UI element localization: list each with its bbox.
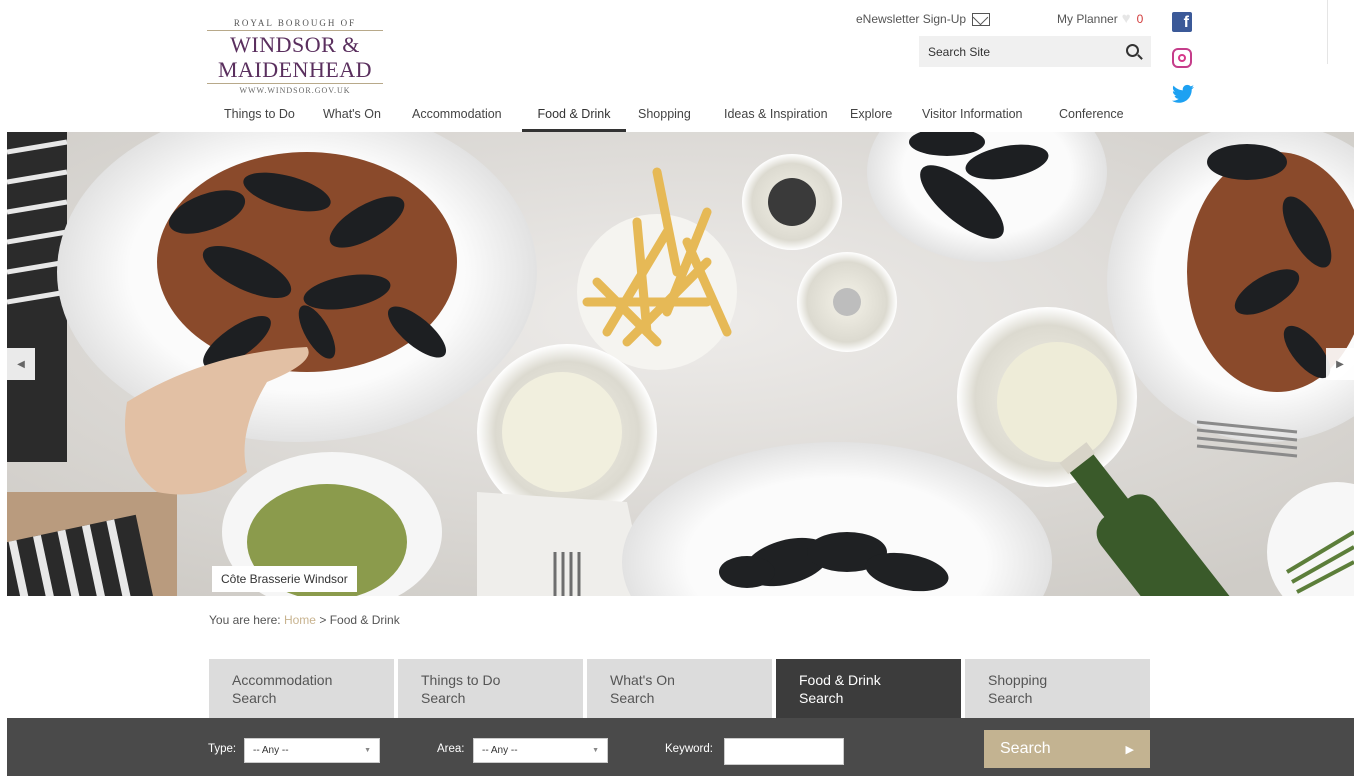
search-button-label: Search	[1000, 740, 1051, 757]
nav-item-things-to-do[interactable]: Things to Do	[210, 100, 322, 132]
nav-item-accommodation[interactable]: Accommodation	[411, 100, 522, 132]
area-label: Area:	[437, 743, 465, 755]
instagram-icon[interactable]	[1172, 48, 1192, 68]
play-arrow-icon: ▶	[1125, 743, 1134, 756]
logo-line-maidenhead: MAIDENHEAD	[217, 57, 373, 82]
nav-item-visitor-information[interactable]: Visitor Information	[921, 100, 1058, 132]
tab-label-line2: Search	[232, 690, 277, 706]
hero-slideshow	[7, 132, 1354, 596]
envelope-icon	[972, 12, 991, 26]
enewsletter-link[interactable]: eNewsletter Sign-Up	[856, 12, 991, 26]
search-icon[interactable]	[1126, 44, 1139, 57]
keyword-input[interactable]	[724, 738, 844, 765]
nav-item-ideas-inspiration[interactable]: Ideas & Inspiration	[712, 100, 849, 132]
facebook-icon[interactable]: f	[1172, 12, 1192, 32]
area-select-value: -- Any --	[482, 745, 518, 756]
breadcrumb-separator: >	[319, 613, 327, 627]
site-search	[919, 36, 1151, 67]
search-button[interactable]: Search ▶	[984, 730, 1150, 768]
tab-label-line1: Accommodation	[232, 672, 333, 688]
tab-label-line2: Search	[799, 690, 844, 706]
my-planner-link[interactable]: My Planner ♥ 0	[1057, 10, 1144, 27]
logo-line-royal-borough: ROYAL BOROUGH OF	[207, 18, 383, 31]
breadcrumb-home-link[interactable]: Home	[284, 613, 316, 627]
tab-label-line1: Shopping	[988, 672, 1048, 688]
breadcrumb-prefix: You are here:	[209, 613, 281, 627]
area-select[interactable]: -- Any -- ▼	[473, 738, 608, 763]
planner-count: 0	[1136, 12, 1144, 26]
twitter-icon[interactable]	[1172, 84, 1194, 104]
type-select[interactable]: -- Any -- ▼	[244, 738, 380, 763]
my-planner-label: My Planner	[1057, 12, 1118, 26]
hero-prev-arrow[interactable]: ◀	[7, 348, 35, 380]
type-select-value: -- Any --	[253, 745, 289, 756]
tab-label-line1: Things to Do	[421, 672, 501, 688]
nav-item-explore[interactable]: Explore	[849, 100, 921, 132]
tab-accommodation-search[interactable]: Accommodation Search	[209, 659, 394, 718]
tab-label-line2: Search	[610, 690, 655, 706]
main-nav: Things to Do What's On Accommodation Foo…	[210, 100, 1138, 132]
nav-item-food-drink[interactable]: Food & Drink	[522, 100, 626, 132]
tab-shopping-search[interactable]: Shopping Search	[965, 659, 1150, 718]
hero-next-arrow[interactable]: ▶	[1326, 348, 1354, 380]
page: ROYAL BOROUGH OF WINDSOR & MAIDENHEAD WW…	[0, 0, 1361, 776]
enewsletter-label: eNewsletter Sign-Up	[856, 12, 967, 26]
site-search-input[interactable]	[928, 44, 1108, 59]
chevron-down-icon: ▼	[592, 747, 599, 754]
nav-item-shopping[interactable]: Shopping	[626, 100, 712, 132]
breadcrumb: You are here: Home > Food & Drink	[209, 613, 400, 627]
chevron-down-icon: ▼	[364, 747, 371, 754]
header-divider	[1327, 0, 1328, 64]
breadcrumb-current: Food & Drink	[329, 613, 400, 627]
food-drink-search-bar: Type: -- Any -- ▼ Area: -- Any -- ▼ Keyw…	[7, 718, 1354, 776]
hero-image	[7, 132, 1354, 596]
tab-label-line2: Search	[988, 690, 1033, 706]
tab-label-line1: Food & Drink	[799, 672, 881, 688]
keyword-label: Keyword:	[665, 743, 713, 755]
tab-food-drink-search[interactable]: Food & Drink Search	[776, 659, 961, 718]
logo-line-url: WWW.WINDSOR.GOV.UK	[207, 83, 383, 95]
tab-label-line1: What's On	[610, 672, 675, 688]
tab-whats-on-search[interactable]: What's On Search	[587, 659, 772, 718]
nav-item-whats-on[interactable]: What's On	[322, 100, 411, 132]
search-tabs: Accommodation Search Things to Do Search…	[209, 659, 1150, 718]
tab-label-line2: Search	[421, 690, 466, 706]
nav-item-conference[interactable]: Conference	[1058, 100, 1138, 132]
site-logo[interactable]: ROYAL BOROUGH OF WINDSOR & MAIDENHEAD WW…	[207, 16, 383, 95]
hero-caption: Côte Brasserie Windsor	[212, 566, 357, 592]
logo-line-windsor: WINDSOR &	[230, 32, 360, 57]
heart-icon: ♥	[1121, 10, 1131, 27]
type-label: Type:	[208, 743, 237, 755]
tab-things-to-do-search[interactable]: Things to Do Search	[398, 659, 583, 718]
